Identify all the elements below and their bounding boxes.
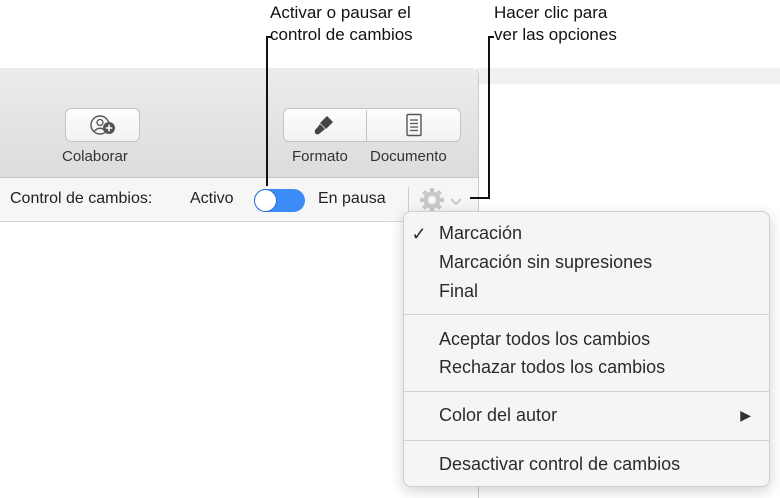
menu-item-markup-without-deletions[interactable]: Marcación sin supresiones xyxy=(439,249,652,275)
callout-toggle-line1: Activar o pausar el xyxy=(270,3,411,22)
callout-options-line-vertical xyxy=(488,36,490,199)
format-label: Formato xyxy=(292,148,348,165)
toggle-knob xyxy=(255,190,276,211)
callout-options-line-top xyxy=(488,36,494,38)
menu-separator xyxy=(404,440,769,441)
callout-options-line-horizontal xyxy=(470,197,490,199)
toolbar-divider xyxy=(408,187,409,213)
paused-label: En pausa xyxy=(318,190,386,207)
collaborate-button[interactable] xyxy=(65,108,140,142)
options-menu-button[interactable] xyxy=(418,186,468,214)
document-label: Documento xyxy=(370,148,447,165)
callout-options-line1: Hacer clic para xyxy=(494,3,608,22)
track-changes-toggle[interactable] xyxy=(254,189,305,212)
menu-item-markup[interactable]: Marcación xyxy=(439,220,522,246)
toolbar: Colaborar Formato Documento xyxy=(0,68,478,178)
track-changes-label: Control de cambios: xyxy=(10,190,153,207)
menu-item-reject-all[interactable]: Rechazar todos los cambios xyxy=(439,354,665,380)
format-button[interactable] xyxy=(284,109,366,141)
collaborate-label: Colaborar xyxy=(62,148,128,165)
menu-item-author-color[interactable]: Color del autor xyxy=(439,402,557,428)
paintbrush-icon xyxy=(314,116,333,135)
track-changes-options-menu: ✓ Marcación Marcación sin supresiones Fi… xyxy=(403,211,770,487)
callout-toggle-line2: control de cambios xyxy=(270,25,413,44)
menu-separator xyxy=(404,314,769,315)
menu-separator xyxy=(404,391,769,392)
background-strip xyxy=(478,68,780,84)
callout-toggle-line-vertical xyxy=(266,36,268,186)
menu-item-turn-off-tracking[interactable]: Desactivar control de cambios xyxy=(439,451,680,477)
callout-options-line2: ver las opciones xyxy=(494,25,617,44)
collaborate-icon xyxy=(89,115,115,135)
document-button[interactable] xyxy=(367,109,461,141)
submenu-arrow-icon: ▶ xyxy=(740,407,751,423)
active-label: Activo xyxy=(190,190,234,207)
document-icon xyxy=(406,113,422,137)
chevron-down-icon xyxy=(450,198,462,206)
checkmark-icon: ✓ xyxy=(411,224,427,244)
menu-item-final[interactable]: Final xyxy=(439,278,478,304)
menu-item-accept-all[interactable]: Aceptar todos los cambios xyxy=(439,326,650,352)
format-document-segmented-control xyxy=(283,108,461,142)
callout-toggle-line-top xyxy=(266,36,272,38)
gear-icon xyxy=(420,188,444,212)
